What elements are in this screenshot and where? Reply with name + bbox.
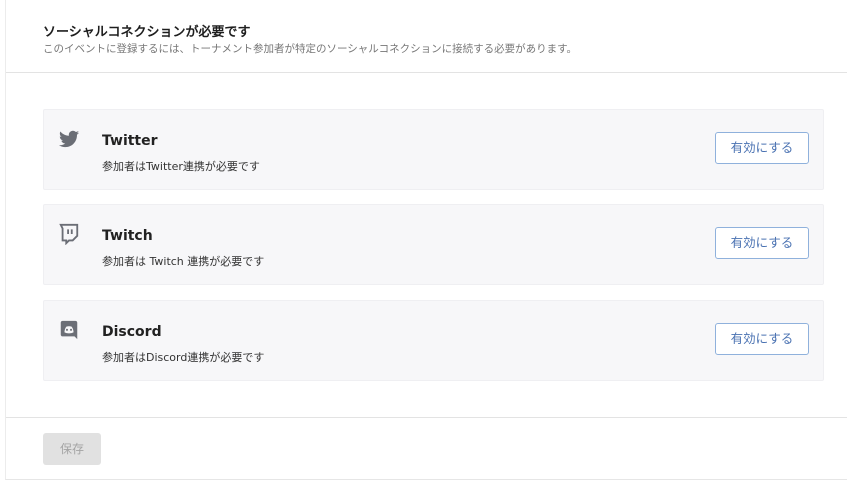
connection-description: 参加者はTwitter連携が必要です (102, 160, 260, 173)
card-footer: 保存 (6, 417, 847, 480)
connection-description: 参加者は Twitch 連携が必要です (102, 255, 265, 268)
save-button[interactable]: 保存 (43, 433, 101, 465)
discord-icon (58, 319, 80, 341)
connection-name: Discord (102, 324, 162, 340)
enable-twitter-button[interactable]: 有効にする (715, 132, 809, 164)
connection-row-twitch: Twitch 参加者は Twitch 連携が必要です 有効にする (43, 204, 824, 285)
card-header: ソーシャルコネクションが必要です このイベントに登録するには、トーナメント参加者… (6, 0, 847, 73)
connection-row-discord: Discord 参加者はDiscord連携が必要です 有効にする (43, 300, 824, 381)
connection-name: Twitch (102, 228, 153, 244)
twitch-icon (58, 223, 80, 246)
twitter-icon (58, 128, 80, 150)
enable-discord-button[interactable]: 有効にする (715, 323, 809, 355)
page-title: ソーシャルコネクションが必要です (43, 25, 251, 40)
social-connections-card: ソーシャルコネクションが必要です このイベントに登録するには、トーナメント参加者… (5, 0, 847, 480)
connection-name: Twitter (102, 133, 158, 149)
enable-twitch-button[interactable]: 有効にする (715, 227, 809, 259)
page-subtitle: このイベントに登録するには、トーナメント参加者が特定のソーシャルコネクションに接… (43, 43, 578, 55)
connection-row-twitter: Twitter 参加者はTwitter連携が必要です 有効にする (43, 109, 824, 190)
connection-description: 参加者はDiscord連携が必要です (102, 351, 265, 364)
